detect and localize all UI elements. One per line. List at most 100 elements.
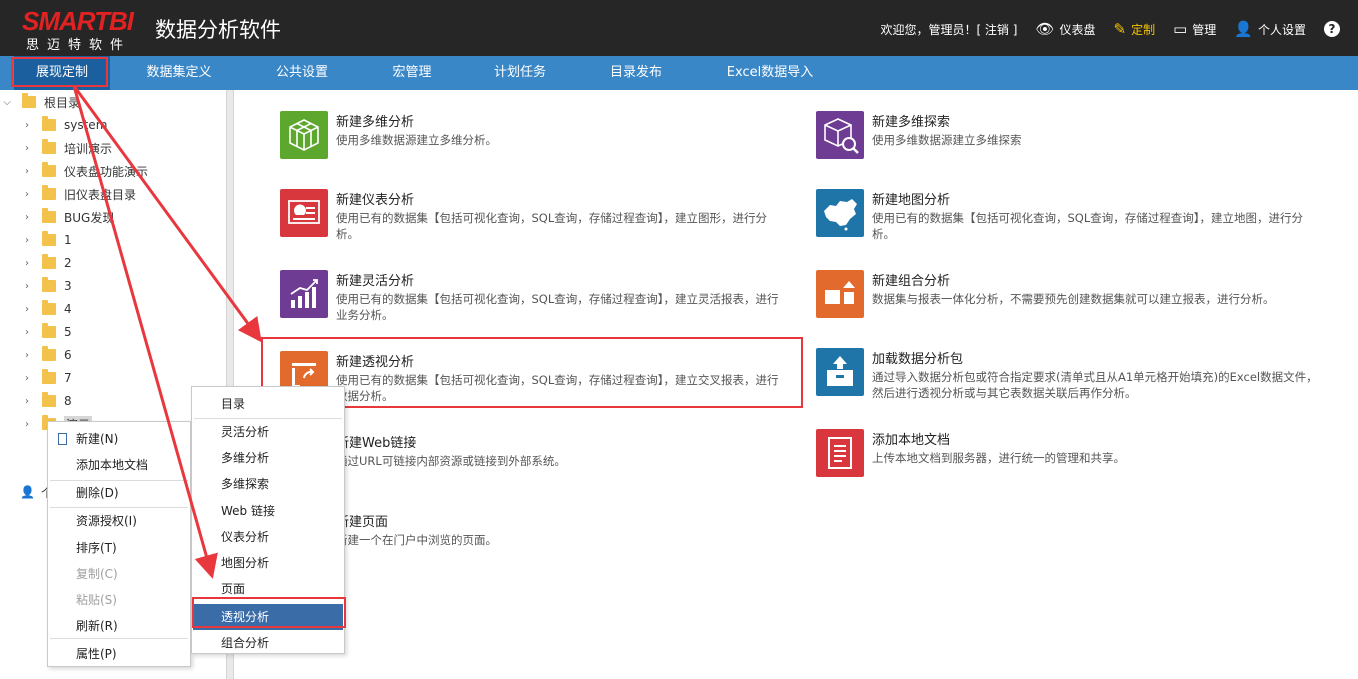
tree-item[interactable]: › 7 (22, 367, 72, 389)
card-multidim-analysis[interactable]: 新建多维分析 使用多维数据源建立多维分析。 (280, 111, 780, 161)
chevron-right-icon[interactable]: › (22, 166, 32, 177)
manage-label: 管理 (1192, 22, 1217, 37)
chevron-right-icon[interactable]: › (22, 143, 32, 154)
header-actions: 欢迎您，管理员！[ 注销 ] 👁 仪表盘 ✎ 定制 ▭ 管理 👤 个人设置 ? (880, 19, 1340, 39)
menu-item-sort[interactable]: 排序(T) (48, 535, 190, 561)
card-title: 新建多维分析 (336, 115, 415, 130)
folder-icon (42, 116, 56, 131)
tab-public-settings[interactable]: 公共设置 (256, 56, 348, 90)
logo-brand: SMARTBI (22, 6, 134, 36)
tree-item-label: 6 (64, 348, 72, 362)
tree-item[interactable]: › 仪表盘功能演示 (22, 160, 148, 182)
tree-item[interactable]: › 8 (22, 390, 72, 412)
submenu-item-map[interactable]: 地图分析 (193, 550, 343, 576)
logo: SMARTBI 思迈特软件 (22, 6, 142, 53)
folder-icon (22, 93, 36, 108)
menu-item-properties[interactable]: 属性(P) (48, 641, 190, 667)
submenu-item-dashboard[interactable]: 仪表分析 (193, 524, 343, 550)
card-title: 添加本地文档 (872, 433, 951, 448)
tab-excel-import[interactable]: Excel数据导入 (714, 56, 826, 90)
card-desc: 使用已有的数据集【包括可视化查询，SQL查询，存储过程查询】，建立地图，进行分析… (872, 211, 1304, 241)
chevron-right-icon[interactable]: › (22, 419, 32, 430)
tree-item[interactable]: › 5 (22, 321, 72, 343)
submenu-item-explore[interactable]: 多维探索 (193, 471, 343, 497)
personal-settings-button[interactable]: 👤 个人设置 (1234, 21, 1306, 38)
chevron-right-icon[interactable]: › (22, 235, 32, 246)
tree-root[interactable]: ⌵ 根目录 (2, 91, 80, 113)
menu-item-refresh[interactable]: 刷新(R) (48, 613, 190, 639)
tree-item-label: 3 (64, 279, 72, 293)
folder-icon (42, 277, 56, 292)
chevron-right-icon[interactable]: › (22, 304, 32, 315)
chevron-right-icon[interactable]: › (22, 350, 32, 361)
document-icon (816, 429, 864, 477)
highlight-tab-box (11, 57, 108, 87)
submenu-item-folder[interactable]: 目录 (193, 391, 343, 417)
card-desc: 上传本地文档到服务器，进行统一的管理和共享。 (872, 451, 1125, 465)
tab-catalog-publish[interactable]: 目录发布 (594, 56, 678, 90)
card-new-page[interactable]: 新建页面 新建一个在门户中浏览的页面。 (280, 511, 790, 561)
submenu-item-multidim[interactable]: 多维分析 (193, 445, 343, 471)
chevron-right-icon[interactable]: › (22, 120, 32, 131)
chevron-right-icon[interactable]: › (22, 212, 32, 223)
welcome-logout-link[interactable]: 欢迎您，管理员！[ 注销 ] (880, 21, 1017, 38)
shapes-icon (816, 270, 864, 318)
chevron-right-icon[interactable]: › (22, 258, 32, 269)
chevron-right-icon[interactable]: › (22, 373, 32, 384)
help-icon[interactable]: ? (1324, 21, 1340, 37)
tree-item[interactable]: › 6 (22, 344, 72, 366)
chevron-right-icon[interactable]: › (22, 396, 32, 407)
chevron-right-icon[interactable]: › (22, 281, 32, 292)
bar-chart-icon (280, 270, 328, 318)
card-flexible-analysis[interactable]: 新建灵活分析 使用已有的数据集【包括可视化查询，SQL查询，存储过程查询】，建立… (280, 270, 790, 322)
tree-item[interactable]: › BUG发现 (22, 206, 114, 228)
logo-subtitle: 思迈特软件 (26, 38, 132, 53)
chevron-down-icon[interactable]: ⌵ (2, 97, 12, 108)
tab-macro-management[interactable]: 宏管理 (372, 56, 452, 90)
manage-button[interactable]: ▭ 管理 (1173, 21, 1216, 38)
tree-item[interactable]: › system (22, 114, 107, 136)
menu-item-new[interactable]: 新建(N) (48, 426, 190, 452)
menu-item-add-local-doc[interactable]: 添加本地文档 (48, 452, 190, 478)
user-folder-icon: 👤 (20, 485, 35, 499)
tree-item-label: system (64, 118, 108, 132)
submenu-item-flexible[interactable]: 灵活分析 (193, 419, 343, 445)
chevron-right-icon[interactable]: › (22, 327, 32, 338)
submenu-item-combined[interactable]: 组合分析 (193, 630, 343, 656)
tree-item[interactable]: › 4 (22, 298, 72, 320)
app-title: 数据分析软件 (155, 18, 281, 42)
tree-item-label: 仪表盘功能演示 (64, 164, 149, 179)
card-multidim-explore[interactable]: 新建多维探索 使用多维数据源建立多维探索 (816, 111, 1316, 161)
menu-item-permissions[interactable]: 资源授权(I) (48, 508, 190, 534)
new-file-icon (58, 433, 67, 445)
folder-icon (42, 369, 56, 384)
tree-root-label: 根目录 (44, 95, 81, 110)
chevron-right-icon[interactable]: › (22, 189, 32, 200)
tree-item[interactable]: › 3 (22, 275, 72, 297)
tab-scheduled-tasks[interactable]: 计划任务 (478, 56, 562, 90)
tree-item-label: 1 (64, 233, 72, 247)
tree-item[interactable]: › 2 (22, 252, 72, 274)
menu-item-delete[interactable]: 删除(D) (48, 480, 190, 506)
card-combined-analysis[interactable]: 新建组合分析 数据集与报表一体化分析，不需要预先创建数据集就可以建立报表，进行分… (816, 270, 1326, 320)
card-local-document[interactable]: 添加本地文档 上传本地文档到服务器，进行统一的管理和共享。 (816, 429, 1326, 479)
dashboard-button[interactable]: 👁 仪表盘 (1035, 21, 1095, 38)
custom-button[interactable]: ✎ 定制 (1114, 21, 1156, 38)
submenu-item-web-link[interactable]: Web 链接 (193, 498, 343, 524)
card-map-analysis[interactable]: 新建地图分析 使用已有的数据集【包括可视化查询，SQL查询，存储过程查询】，建立… (816, 189, 1326, 241)
tree-item[interactable]: › 1 (22, 229, 72, 251)
dashboard-icon (280, 189, 328, 237)
card-title: 新建Web链接 (336, 436, 417, 451)
card-load-data-package[interactable]: 加载数据分析包 通过导入数据分析包或符合指定要求(清单式且从A1单元格开始填充)… (816, 348, 1326, 408)
card-dashboard-analysis[interactable]: 新建仪表分析 使用已有的数据集【包括可视化查询，SQL查询，存储过程查询】，建立… (280, 189, 790, 241)
tab-dataset-definition[interactable]: 数据集定义 (130, 56, 228, 90)
upload-box-icon (816, 348, 864, 396)
menu-item-label: 新建(N) (76, 432, 119, 446)
tree-item-label: 培训演示 (64, 141, 113, 156)
menu-item-paste: 粘贴(S) (76, 593, 117, 607)
card-web-link[interactable]: 新建Web链接 通过URL可链接内部资源或链接到外部系统。 (280, 432, 790, 482)
folder-icon (42, 392, 56, 407)
tree-item[interactable]: › 旧仪表盘目录 (22, 183, 136, 205)
card-desc: 使用已有的数据集【包括可视化查询，SQL查询，存储过程查询】，建立图形，进行分析… (336, 211, 768, 241)
tree-item[interactable]: › 培训演示 (22, 137, 112, 159)
